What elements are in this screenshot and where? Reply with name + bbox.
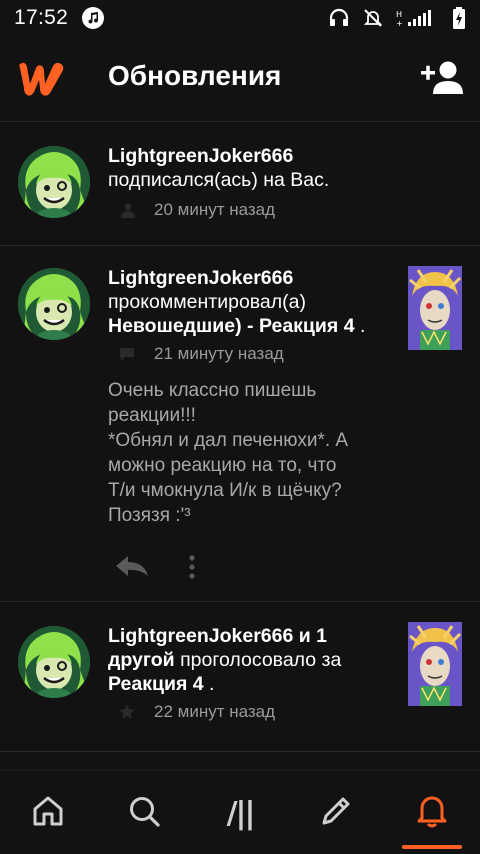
nav-home[interactable] xyxy=(0,771,96,854)
notification-item[interactable]: LightgreenJoker666 и 1 другой проголосов… xyxy=(0,602,480,752)
comment-text: Очень классно пишешь реакции!!! *Обнял и… xyxy=(108,378,450,528)
username-suffix: и 1 xyxy=(293,625,327,647)
avatar[interactable] xyxy=(18,268,90,340)
username[interactable]: LightgreenJoker666 xyxy=(108,144,396,168)
nav-write[interactable] xyxy=(288,771,384,854)
write-icon xyxy=(319,794,353,833)
story-link-line: Невошедшие) - Реакция 4 . xyxy=(108,314,388,338)
comment-line: можно реакцию на то, что xyxy=(108,455,337,476)
story-link-suffix: . xyxy=(203,673,215,695)
notification-line: другой проголосовало за xyxy=(108,648,388,672)
timestamp: 20 минут назад xyxy=(154,200,276,219)
story-link[interactable]: Реакция 4 xyxy=(108,673,204,695)
notification-meta: 20 минут назад xyxy=(108,200,396,220)
story-link-line: Реакция 4 . xyxy=(108,672,388,696)
notification-text: прокомментировал(а) xyxy=(108,291,306,313)
username[interactable]: LightgreenJoker666 xyxy=(108,625,293,647)
comment-line: *Обнял и дал печенюхи*. А xyxy=(108,430,349,451)
music-icon xyxy=(82,7,105,29)
notification-text: подписался(ась) на Вас. xyxy=(108,169,330,191)
notifications-feed: LightgreenJoker666 подписался(ась) на Ва… xyxy=(0,122,480,752)
story-link-suffix: . xyxy=(354,315,366,337)
username[interactable]: LightgreenJoker666 xyxy=(108,266,388,290)
notification-meta: 22 минут назад xyxy=(108,702,388,722)
bottom-nav: /|| xyxy=(0,770,480,854)
timestamp: 21 минуту назад xyxy=(154,344,284,363)
notification-line: LightgreenJoker666 и 1 xyxy=(108,624,388,648)
story-cover[interactable] xyxy=(408,266,462,350)
comment-block: Очень классно пишешь реакции!!! *Обнял и… xyxy=(108,378,450,585)
notification-content: LightgreenJoker666 прокомментировал(а) Н… xyxy=(108,266,388,364)
headphones-icon xyxy=(328,8,350,28)
comment-line: Позязя :'³ xyxy=(108,505,191,526)
status-time: 17:52 xyxy=(14,6,69,29)
nav-library[interactable]: /|| xyxy=(192,771,288,854)
story-cover[interactable] xyxy=(408,622,462,706)
notification-content: LightgreenJoker666 и 1 другой проголосов… xyxy=(108,624,388,722)
signal-icon: H + xyxy=(396,8,440,28)
home-icon xyxy=(31,794,65,833)
active-tab-indicator xyxy=(402,845,462,849)
library-icon: /|| xyxy=(226,795,256,831)
nav-search[interactable] xyxy=(96,771,192,854)
others-link[interactable]: другой xyxy=(108,649,175,671)
person-icon xyxy=(118,202,136,218)
notification-content: LightgreenJoker666 подписался(ась) на Ва… xyxy=(108,144,396,220)
svg-text:+: + xyxy=(396,19,403,28)
battery-icon xyxy=(452,7,466,29)
reply-icon[interactable] xyxy=(114,554,150,585)
comment-line: Очень классно пишешь xyxy=(108,380,317,401)
avatar[interactable] xyxy=(18,626,90,698)
comment-line: Т/и чмокнула И/к в щёчку? xyxy=(108,480,342,501)
notification-item[interactable]: LightgreenJoker666 подписался(ась) на Ва… xyxy=(0,122,480,246)
comment-actions xyxy=(114,554,450,585)
comment-icon xyxy=(118,346,136,362)
search-icon xyxy=(127,794,161,833)
comment-line: реакции!!! xyxy=(108,405,196,426)
notification-item[interactable]: LightgreenJoker666 прокомментировал(а) Н… xyxy=(0,246,480,602)
svg-text:H: H xyxy=(396,10,402,19)
nav-notifications[interactable] xyxy=(384,771,480,854)
more-options-icon[interactable] xyxy=(188,554,196,585)
notifications-icon xyxy=(415,793,449,834)
notification-meta: 21 минуту назад xyxy=(108,344,388,364)
add-user-icon[interactable] xyxy=(418,58,464,98)
timestamp: 22 минут назад xyxy=(154,702,276,721)
page-title: Обновления xyxy=(108,60,282,91)
story-link[interactable]: Невошедшие) - Реакция 4 xyxy=(108,315,355,337)
wattpad-logo[interactable] xyxy=(16,60,68,103)
bell-muted-icon xyxy=(362,7,384,29)
star-icon xyxy=(118,704,136,720)
status-bar: 17:52 H + xyxy=(0,0,480,36)
app-bar: Обновления xyxy=(0,36,480,122)
avatar[interactable] xyxy=(18,146,90,218)
notification-text: проголосовало за xyxy=(174,649,342,671)
